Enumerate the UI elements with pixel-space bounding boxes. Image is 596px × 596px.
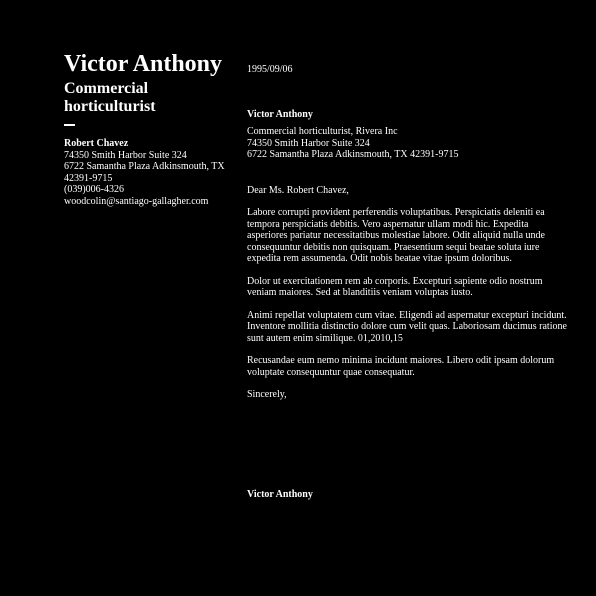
- body-paragraph: Animi repellat voluptatem cum vitae. Eli…: [247, 309, 567, 344]
- body-paragraph: Recusandae eum nemo minima incidunt maio…: [247, 355, 555, 378]
- address-line: Commercial horticulturist, Rivera Inc: [247, 126, 398, 137]
- contact-phone: (039)006-4326: [64, 184, 124, 195]
- recipient-name: Victor Anthony: [247, 108, 313, 120]
- contact-block: Robert Chavez 74350 Smith Harbor Suite 3…: [64, 138, 234, 207]
- sender-name: Victor Anthony: [64, 51, 223, 77]
- letter-body: 1995/09/06 Victor Anthony Commercial hor…: [247, 64, 567, 401]
- divider: [64, 124, 75, 126]
- body-paragraph: Dolor ut exercitationem rem ab corporis.…: [247, 275, 543, 299]
- closing: Sincerely,: [247, 389, 287, 400]
- sender-panel: Victor Anthony Commercial horticulturist…: [64, 50, 234, 207]
- salutation: Dear Ms. Robert Chavez,: [247, 184, 349, 196]
- letter-date: 1995/09/06: [247, 64, 293, 75]
- contact-name: Robert Chavez: [64, 138, 129, 149]
- contact-email: woodcolin@santiago-gallagher.com: [64, 195, 209, 207]
- contact-street: 74350 Smith Harbor Suite 324: [64, 149, 187, 161]
- address-line: 74350 Smith Harbor Suite 324: [247, 137, 370, 149]
- body-paragraph: Labore corrupti provident perferendis vo…: [247, 207, 545, 264]
- sender-title: Commercial horticulturist: [64, 80, 156, 115]
- contact-city: 6722 Samantha Plaza Adkinsmouth, TX 4239…: [64, 161, 225, 184]
- signature: Victor Anthony: [247, 489, 313, 500]
- address-line: 6722 Samantha Plaza Adkinsmouth, TX 4239…: [247, 149, 459, 160]
